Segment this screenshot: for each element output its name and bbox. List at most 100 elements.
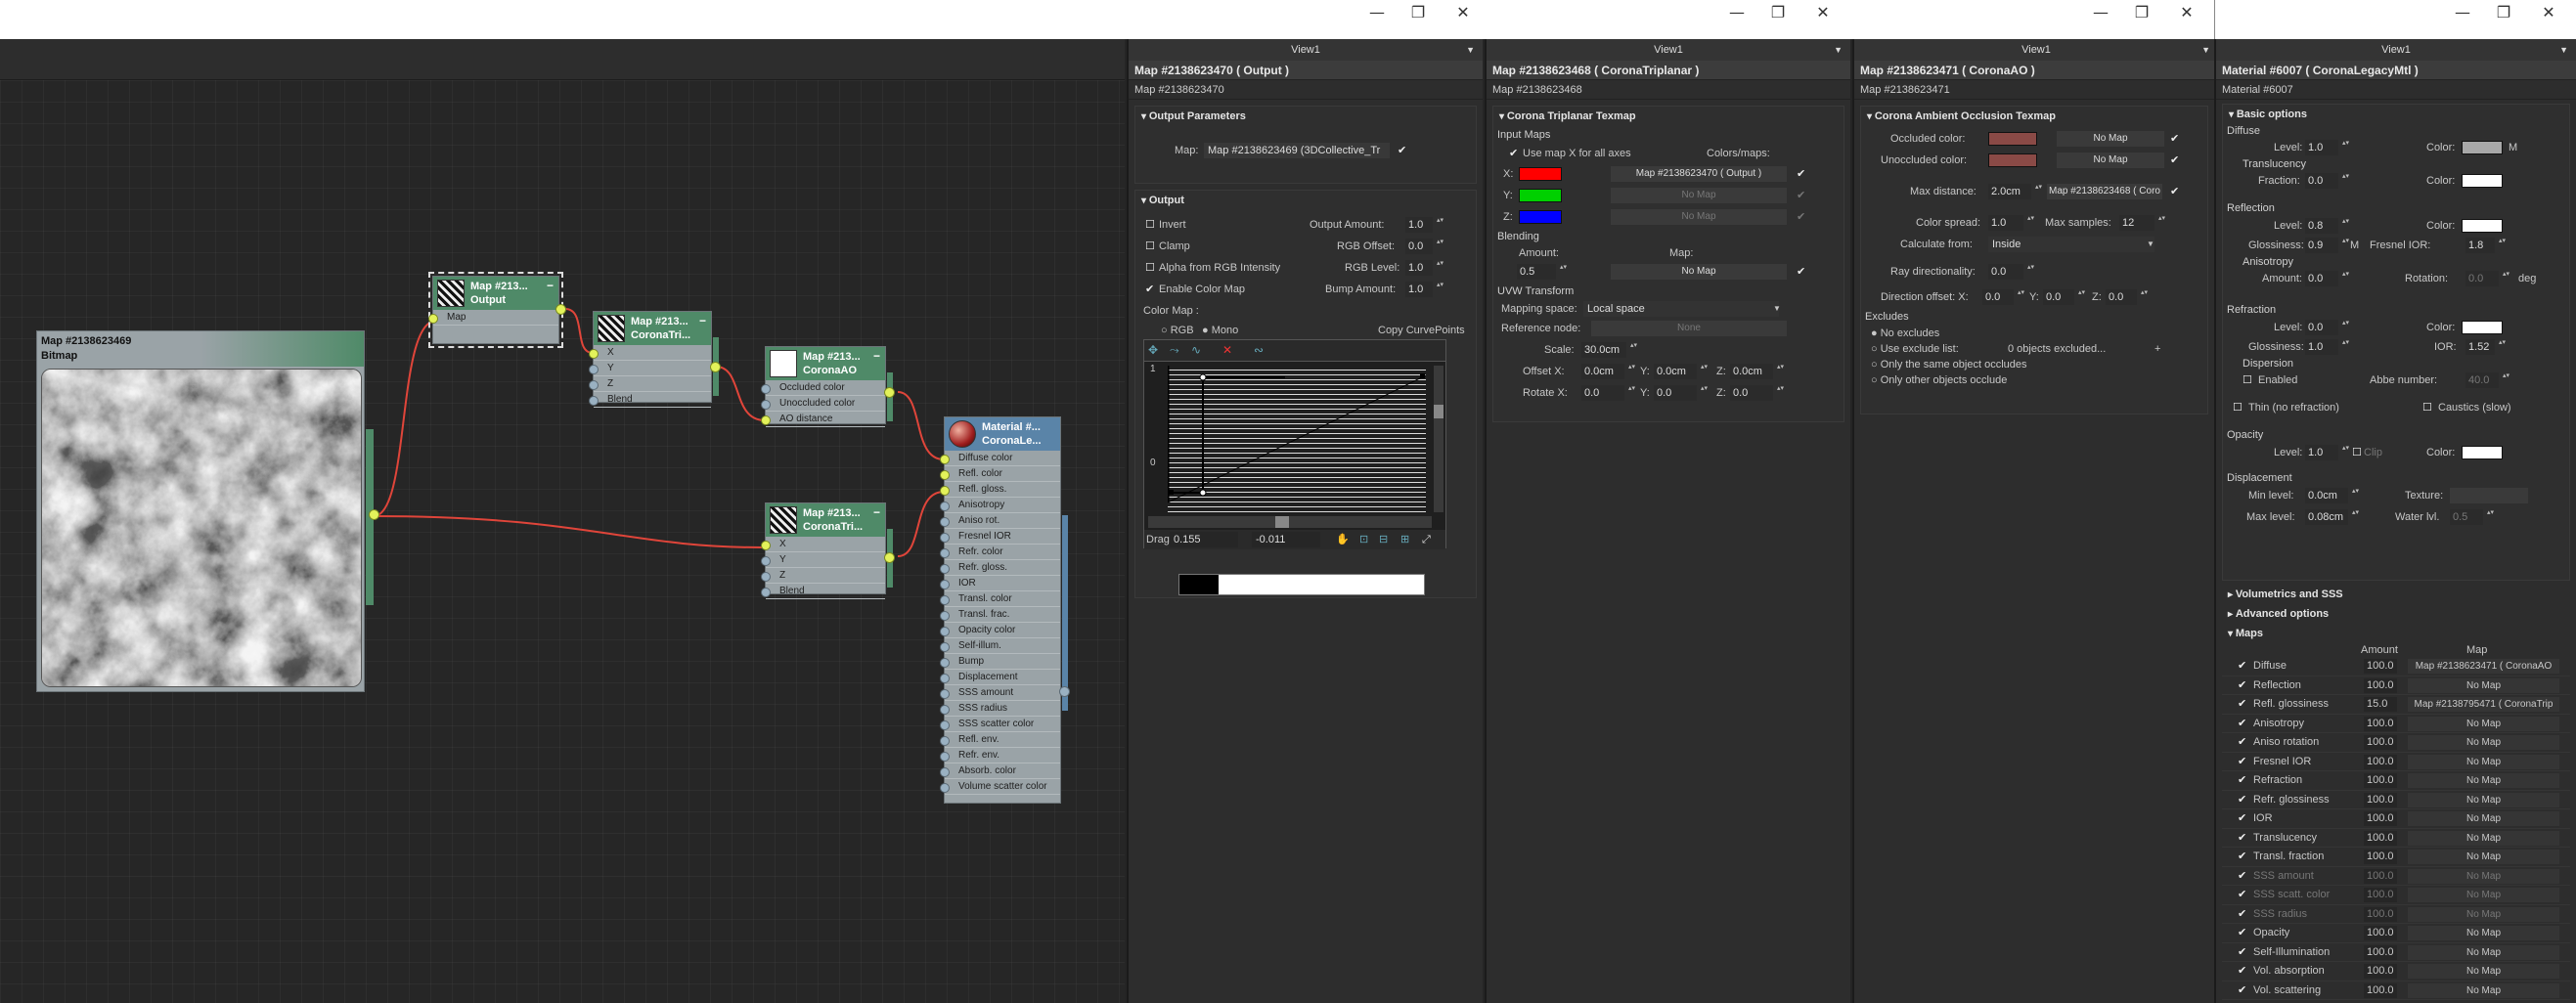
map-enable-checkbox[interactable]: ✔ xyxy=(1398,140,1409,161)
delete-point-icon[interactable]: ✕ xyxy=(1222,343,1232,357)
port-map[interactable]: Map xyxy=(428,310,558,326)
map-amount-spinner[interactable]: 100.0 xyxy=(2364,735,2397,750)
node-corona-ao[interactable]: Map #213... CoronaAO − Occluded color Un… xyxy=(761,346,895,427)
clip-checkbox[interactable]: ☐ xyxy=(2352,443,2364,462)
use-exclude-radio[interactable]: ○ Use exclude list: xyxy=(1871,341,1959,357)
map-amount-spinner[interactable]: 100.0 xyxy=(2364,811,2397,826)
map-enable-checkbox[interactable]: ✔ xyxy=(2238,791,2249,809)
output-socket[interactable] xyxy=(1059,686,1070,697)
map-enable-checkbox[interactable]: ✔ xyxy=(2238,924,2249,942)
rollout-header[interactable]: Output Parameters xyxy=(1135,107,1476,126)
map-slot-button[interactable]: Map #2138623471 ( CoronaAO xyxy=(2408,659,2559,674)
invert-checkbox[interactable]: ☐ xyxy=(1145,214,1157,236)
z-color-swatch[interactable] xyxy=(1519,210,1562,224)
map-amount-spinner[interactable]: 100.0 xyxy=(2364,754,2397,769)
port-refl-gloss[interactable]: Refl. gloss. xyxy=(940,482,1060,498)
close-icon[interactable]: ✕ xyxy=(1813,3,1833,22)
map-slot-button[interactable]: Map #2138795471 ( CoronaTrip xyxy=(2408,697,2559,712)
port-refr-env[interactable]: Refr. env. xyxy=(940,748,1060,763)
node-header[interactable]: Map #213... CoronaTri... − xyxy=(766,503,885,537)
map-slot-button[interactable]: No Map xyxy=(2408,754,2559,769)
output-socket[interactable] xyxy=(884,552,895,563)
glossiness-map-button[interactable]: M xyxy=(2350,236,2359,255)
diffuse-level-spinner[interactable]: 1.0 xyxy=(2305,140,2350,155)
map-enable-checkbox[interactable]: ✔ xyxy=(2238,715,2249,733)
calculate-from-dropdown[interactable]: Inside xyxy=(1988,237,2154,252)
map-slot-button[interactable]: No Map xyxy=(2408,964,2559,979)
map-enable-checkbox[interactable]: ✔ xyxy=(2238,809,2249,828)
blend-map-slot[interactable]: No Map xyxy=(1611,264,1787,280)
move-icon[interactable]: ✥ xyxy=(1148,343,1158,357)
occluded-map-slot[interactable]: No Map xyxy=(2057,131,2164,147)
port-occluded-color[interactable]: Occluded color xyxy=(761,380,885,396)
zoom-horizontal-icon[interactable]: ⊟ xyxy=(1379,530,1388,549)
use-map-x-checkbox[interactable]: ✔ xyxy=(1509,144,1521,163)
port-absorb-color[interactable]: Absorb. color xyxy=(940,763,1060,779)
y-color-swatch[interactable] xyxy=(1519,189,1562,202)
node-triplanar-2[interactable]: Map #213... CoronaTri... − X Y Z Blend xyxy=(761,502,895,599)
port-x[interactable]: X xyxy=(761,537,885,552)
offset-x-spinner[interactable]: 0.0cm xyxy=(1581,364,1636,379)
port-sss-scatter-color[interactable]: SSS scatter color xyxy=(940,717,1060,732)
only-same-radio[interactable]: ○ Only the same object occludes xyxy=(1871,357,2027,372)
opacity-color-swatch[interactable] xyxy=(2462,446,2503,459)
rollout-header[interactable]: Basic options xyxy=(2223,105,2569,124)
texture-map-slot[interactable] xyxy=(2450,488,2528,503)
rotate-x-spinner[interactable]: 0.0 xyxy=(1581,385,1636,401)
map-amount-spinner[interactable]: 100.0 xyxy=(2364,926,2397,940)
map-amount-spinner[interactable]: 100.0 xyxy=(2364,964,2397,979)
node-output[interactable]: Map #213... Output − Map xyxy=(428,272,566,348)
map-enable-checkbox[interactable]: ✔ xyxy=(2238,867,2249,886)
port-refl-env[interactable]: Refl. env. xyxy=(940,732,1060,748)
output-socket[interactable] xyxy=(884,387,895,398)
refraction-color-swatch[interactable] xyxy=(2462,321,2503,334)
ior-spinner[interactable]: 1.52 xyxy=(2465,339,2507,355)
map-enable-checkbox[interactable]: ✔ xyxy=(2238,733,2249,752)
translucency-color-swatch[interactable] xyxy=(2462,174,2503,188)
collapse-icon[interactable]: − xyxy=(873,505,880,519)
max-samples-spinner[interactable]: 12 xyxy=(2119,215,2166,231)
restore-icon[interactable]: ❐ xyxy=(2494,3,2513,22)
dropdown-icon[interactable]: ▼ xyxy=(1773,300,1781,318)
port-refl-color[interactable]: Refl. color xyxy=(940,466,1060,482)
occluded-color-swatch[interactable] xyxy=(1988,132,2037,146)
offset-z-spinner[interactable]: 0.0cm xyxy=(1730,364,1785,379)
port-refr-color[interactable]: Refr. color xyxy=(940,545,1060,560)
rgb-level-spinner[interactable]: 1.0 xyxy=(1405,260,1444,276)
mono-radio[interactable]: ● Mono xyxy=(1202,322,1238,339)
map-slot-button[interactable]: No Map xyxy=(2408,773,2559,788)
drag-y-field[interactable]: -0.011 xyxy=(1252,532,1320,547)
node-header[interactable]: Map #2138623469 Bitmap xyxy=(37,331,364,367)
port-refr-gloss[interactable]: Refr. gloss. xyxy=(940,560,1060,576)
map-enable-checkbox[interactable]: ✔ xyxy=(2238,695,2249,714)
restore-icon[interactable]: ❐ xyxy=(2132,3,2152,22)
collapse-icon[interactable]: − xyxy=(699,314,706,327)
dropdown-icon[interactable]: ▼ xyxy=(2147,234,2154,255)
map-slot-button[interactable]: Map #2138623469 (3DCollective_Tr xyxy=(1204,143,1390,158)
vertical-scrollbar[interactable] xyxy=(1434,366,1443,512)
max-distance-spinner[interactable]: 2.0cm xyxy=(1988,184,2043,199)
enable-color-map-checkbox[interactable]: ✔ xyxy=(1145,279,1157,300)
max-distance-map-slot[interactable]: Map #2138623468 ( Coro xyxy=(2047,184,2162,199)
refraction-level-spinner[interactable]: 0.0 xyxy=(2305,320,2350,335)
z-map-slot[interactable]: No Map xyxy=(1611,209,1787,225)
pan-icon[interactable]: ✋ xyxy=(1336,530,1350,549)
port-self-illum[interactable]: Self-illum. xyxy=(940,638,1060,654)
diffuse-color-swatch[interactable] xyxy=(2462,141,2503,154)
node-header[interactable]: Material #... CoronaLe... xyxy=(945,417,1060,451)
aniso-amount-spinner[interactable]: 0.0 xyxy=(2305,271,2350,286)
fresnel-ior-spinner[interactable]: 1.8 xyxy=(2465,238,2507,253)
collapse-icon[interactable]: − xyxy=(547,279,554,292)
view-tab-3[interactable]: View1 ▼ xyxy=(1852,39,2218,61)
map-slot-button[interactable]: No Map xyxy=(2408,792,2559,807)
close-icon[interactable]: ✕ xyxy=(2177,3,2197,22)
collapse-icon[interactable]: − xyxy=(873,349,880,363)
map-slot-button[interactable]: No Map xyxy=(2408,888,2559,902)
y-map-slot[interactable]: No Map xyxy=(1611,188,1787,203)
map-enable-checkbox[interactable]: ✔ xyxy=(2238,829,2249,848)
rollout-volumetrics-sss[interactable]: Volumetrics and SSS xyxy=(2222,585,2576,604)
direction-offset-x-spinner[interactable]: 0.0 xyxy=(1982,289,2025,305)
unoccluded-map-slot[interactable]: No Map xyxy=(2057,153,2164,168)
occluded-map-checkbox[interactable]: ✔ xyxy=(2170,128,2182,150)
map-amount-spinner[interactable]: 100.0 xyxy=(2364,677,2397,693)
